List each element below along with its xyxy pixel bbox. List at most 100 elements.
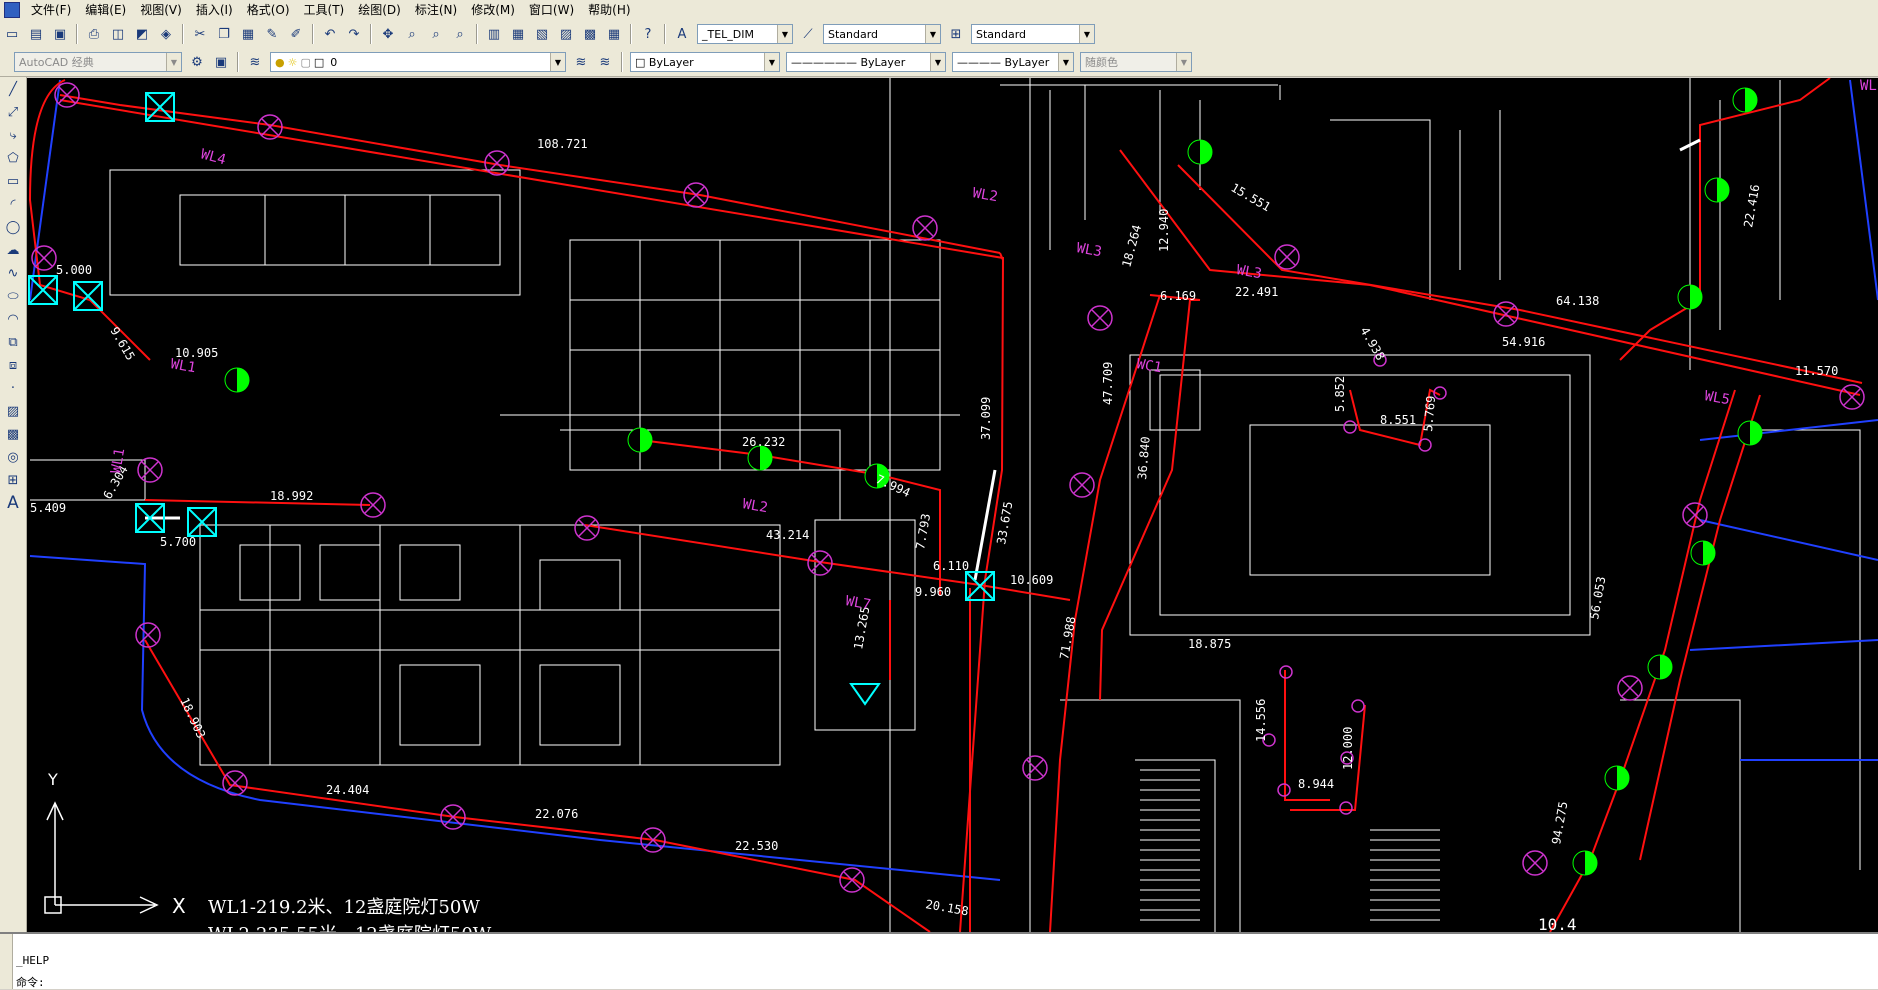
svg-text:WL1: WL1 xyxy=(1860,78,1878,94)
paste-icon[interactable]: ▦ xyxy=(237,23,259,45)
svg-text:14.556: 14.556 xyxy=(1254,699,1268,742)
command-line[interactable]: _HELP 命令: xyxy=(0,932,1878,989)
menu-insert[interactable]: 插入(I) xyxy=(189,0,240,20)
svg-text:WC1: WC1 xyxy=(1135,356,1163,376)
dim-style-select[interactable]: Standard ▼ xyxy=(823,24,941,44)
green-lamp xyxy=(627,427,653,453)
junction-boxes xyxy=(28,92,995,706)
spline-icon[interactable]: ∿ xyxy=(2,262,24,284)
app-icon[interactable] xyxy=(4,2,20,18)
svg-text:WL2: WL2 xyxy=(741,496,769,516)
gradient-icon[interactable]: ▩ xyxy=(2,423,24,445)
make-block-icon[interactable]: ⧈ xyxy=(2,354,24,376)
workspace-settings-icon[interactable]: ⚙ xyxy=(186,51,208,73)
menu-help[interactable]: 帮助(H) xyxy=(581,0,637,20)
svg-text:22.530: 22.530 xyxy=(735,839,778,853)
svg-text:11.570: 11.570 xyxy=(1795,364,1838,378)
workspace-save-icon[interactable]: ▣ xyxy=(210,51,232,73)
region-icon[interactable]: ◎ xyxy=(2,446,24,468)
rectangle-icon[interactable]: ▭ xyxy=(2,170,24,192)
revcloud-icon[interactable]: ☁ xyxy=(2,239,24,261)
properties-icon[interactable]: ▥ xyxy=(483,23,505,45)
svg-text:12.000: 12.000 xyxy=(1341,727,1355,770)
zoom-realtime-icon[interactable]: ⌕ xyxy=(401,23,423,45)
help-icon[interactable]: ? xyxy=(637,23,659,45)
sheet-set-icon[interactable]: ▨ xyxy=(555,23,577,45)
building-outlines xyxy=(30,78,1861,932)
svg-text:5.852: 5.852 xyxy=(1333,376,1347,412)
svg-text:5.000: 5.000 xyxy=(56,263,92,277)
design-center-icon[interactable]: ▦ xyxy=(507,23,529,45)
menu-view[interactable]: 视图(V) xyxy=(133,0,189,20)
3d-dwf-icon[interactable]: ◈ xyxy=(155,23,177,45)
menu-modify[interactable]: 修改(M) xyxy=(464,0,522,20)
lamp xyxy=(222,770,248,796)
plotstyle-select[interactable]: 随颜色 ▼ xyxy=(1080,52,1192,72)
menu-window[interactable]: 窗口(W) xyxy=(522,0,581,20)
menu-format[interactable]: 格式(O) xyxy=(240,0,297,20)
ellipse-icon[interactable]: ⬭ xyxy=(2,285,24,307)
linetype-select[interactable]: —————— ByLayer ▼ xyxy=(786,52,946,72)
ellipse-arc-icon[interactable]: ◠ xyxy=(2,308,24,330)
open-icon[interactable]: ▤ xyxy=(25,23,47,45)
zoom-previous-icon[interactable]: ⌕ xyxy=(449,23,471,45)
svg-text:47.709: 47.709 xyxy=(1101,362,1115,405)
workspace-select[interactable]: AutoCAD 经典 ▼ xyxy=(14,52,182,72)
cut-icon[interactable]: ✂ xyxy=(189,23,211,45)
command-line-gutter xyxy=(0,934,13,989)
tool-palettes-icon[interactable]: ▧ xyxy=(531,23,553,45)
new-icon[interactable]: ▭ xyxy=(1,23,23,45)
svg-text:43.214: 43.214 xyxy=(766,528,809,542)
pan-icon[interactable]: ✥ xyxy=(377,23,399,45)
color-select[interactable]: □ ByLayer ▼ xyxy=(630,52,780,72)
block-editor-icon[interactable]: ✐ xyxy=(285,23,307,45)
menu-edit[interactable]: 编辑(E) xyxy=(78,0,133,20)
menu-file[interactable]: 文件(F) xyxy=(24,0,78,20)
insert-block-icon[interactable]: ⧉ xyxy=(2,331,24,353)
publish-icon[interactable]: ◩ xyxy=(131,23,153,45)
markup-icon[interactable]: ▩ xyxy=(579,23,601,45)
layer-manager-icon[interactable]: ≋ xyxy=(244,51,266,73)
dim-style-icon[interactable]: ⟋ xyxy=(797,23,819,45)
command-history: _HELP xyxy=(16,954,50,967)
menu-tools[interactable]: 工具(T) xyxy=(297,0,352,20)
line-icon[interactable]: ╱ xyxy=(2,78,24,100)
table-style-select[interactable]: Standard ▼ xyxy=(971,24,1095,44)
make-layer-current-icon[interactable]: ≋ xyxy=(570,51,592,73)
text-style-select[interactable]: _TEL_DIM ▼ xyxy=(697,24,793,44)
sun-icon: ☼ xyxy=(287,55,298,69)
polygon-icon[interactable]: ⬠ xyxy=(2,147,24,169)
redo-icon[interactable]: ↷ xyxy=(343,23,365,45)
calculator-icon[interactable]: ▦ xyxy=(603,23,625,45)
hatch-icon[interactable]: ▨ xyxy=(2,400,24,422)
layer-previous-icon[interactable]: ≋ xyxy=(594,51,616,73)
circle-icon[interactable]: ◯ xyxy=(2,216,24,238)
svg-text:26.232: 26.232 xyxy=(742,435,785,449)
layers-toolbar: AutoCAD 经典 ▼ ⚙ ▣ ≋ ● ☼ ▢ □ 0 ▼ ≋ ≋ □ ByLay… xyxy=(0,48,1878,77)
polyline-icon[interactable]: ⤷ xyxy=(2,124,24,146)
match-properties-icon[interactable]: ✎ xyxy=(261,23,283,45)
svg-text:8.551: 8.551 xyxy=(1380,413,1416,427)
copy-icon[interactable]: ❐ xyxy=(213,23,235,45)
command-prompt[interactable]: 命令: xyxy=(16,974,45,990)
point-icon[interactable]: · xyxy=(2,377,24,399)
preview-icon[interactable]: ◫ xyxy=(107,23,129,45)
table-icon[interactable]: ⊞ xyxy=(2,469,24,491)
undo-icon[interactable]: ↶ xyxy=(319,23,341,45)
text-style-icon[interactable]: A xyxy=(671,23,693,45)
menu-dimension[interactable]: 标注(N) xyxy=(408,0,464,20)
construction-line-icon[interactable]: ⤢ xyxy=(2,101,24,123)
layer-select[interactable]: ● ☼ ▢ □ 0 ▼ xyxy=(270,52,566,72)
mtext-icon[interactable]: A xyxy=(2,492,24,514)
zoom-window-icon[interactable]: ⌕ xyxy=(425,23,447,45)
menu-draw[interactable]: 绘图(D) xyxy=(351,0,408,20)
drawing-canvas[interactable]: 108.721 5.000 9.615 10.905 6.304 5.409 5… xyxy=(27,78,1878,932)
table-style-icon[interactable]: ⊞ xyxy=(945,23,967,45)
lamp xyxy=(137,457,163,483)
svg-text:9.960: 9.960 xyxy=(915,585,951,599)
plot-icon[interactable]: ⎙ xyxy=(83,23,105,45)
lineweight-select[interactable]: ———— ByLayer ▼ xyxy=(952,52,1074,72)
lamp xyxy=(839,867,865,893)
arc-icon[interactable]: ◜ xyxy=(2,193,24,215)
save-icon[interactable]: ▣ xyxy=(49,23,71,45)
